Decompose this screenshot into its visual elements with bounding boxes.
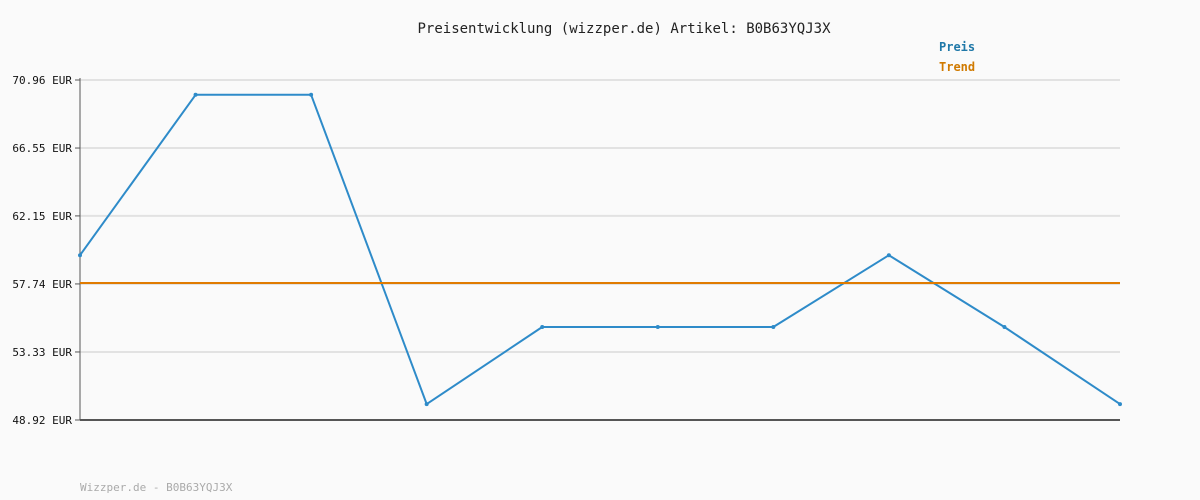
data-point-preis xyxy=(1118,402,1122,407)
data-point-preis xyxy=(193,92,198,97)
y-tick-label: 53.33 EUR xyxy=(12,346,72,359)
data-point-preis xyxy=(78,253,82,258)
legend-item-preis: Preis xyxy=(939,40,975,54)
axes xyxy=(79,78,1120,421)
footer-credit: Wizzper.de - B0B63YQJ3X xyxy=(80,481,233,494)
chart-title: Preisentwicklung (wizzper.de) Artikel: B… xyxy=(417,21,831,37)
data-point-preis xyxy=(1002,324,1007,329)
y-tick-label: 70.96 EUR xyxy=(12,74,72,87)
series-layer xyxy=(78,92,1122,407)
y-tick-label: 48.92 EUR xyxy=(12,414,72,427)
data-point-preis xyxy=(655,324,660,329)
series-line-preis xyxy=(79,93,1121,406)
data-point-preis xyxy=(771,324,776,329)
data-point-preis xyxy=(424,402,429,407)
chart-legend: Preis Trend xyxy=(939,40,975,74)
data-point-preis xyxy=(886,253,891,258)
legend-item-trend: Trend xyxy=(939,60,975,74)
data-point-preis xyxy=(309,92,314,97)
y-tick-label: 57.74 EUR xyxy=(12,278,72,291)
grid-lines xyxy=(80,79,1120,353)
y-axis-ticks: 70.96 EUR 66.55 EUR 62.15 EUR 57.74 EUR 53.3… xyxy=(12,74,80,427)
data-point-preis xyxy=(540,324,545,329)
y-tick-label: 66.55 EUR xyxy=(12,142,72,155)
y-tick-label: 62.15 EUR xyxy=(12,210,72,223)
price-chart: Preisentwicklung (wizzper.de) Artikel: B… xyxy=(12,21,1122,494)
